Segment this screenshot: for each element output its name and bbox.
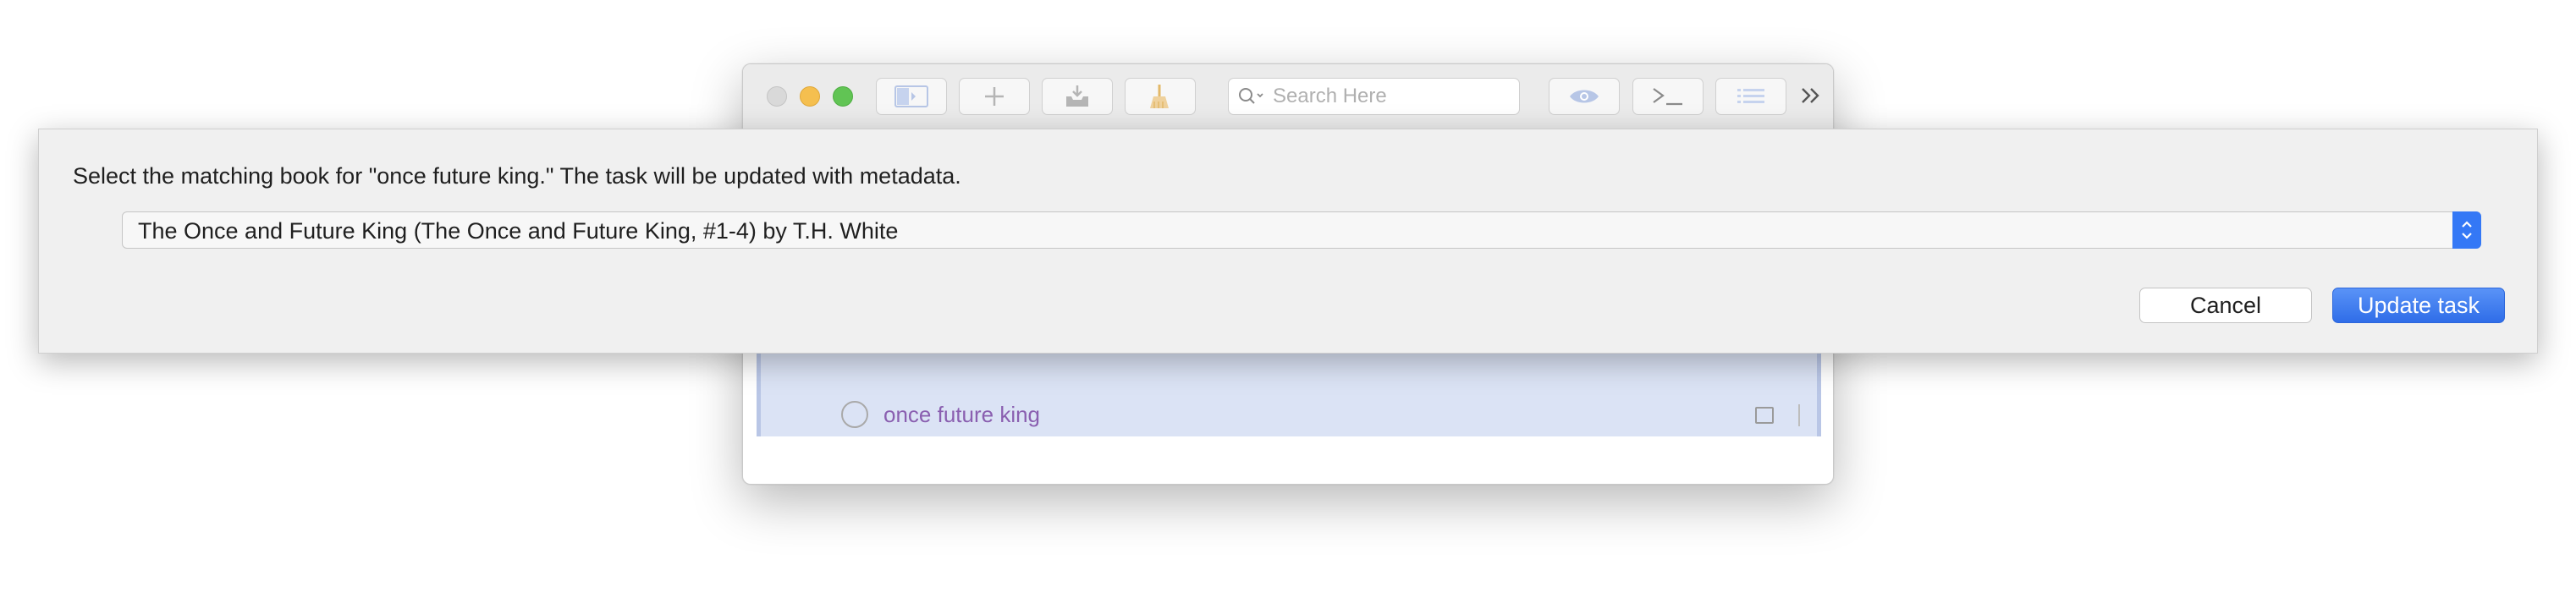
eye-icon [1570,90,1599,103]
note-icon [1755,407,1774,424]
close-window-button[interactable] [767,86,787,107]
cancel-button[interactable]: Cancel [2139,288,2312,323]
toggle-sidebar-button[interactable] [876,78,947,115]
plus-icon [985,87,1004,106]
broom-icon [1150,85,1169,108]
stepper-updown-icon[interactable] [2452,211,2481,249]
task-checkbox[interactable] [841,401,868,428]
sheet-message: Select the matching book for "once futur… [73,163,961,189]
task-title: once future king [883,402,1041,427]
chevron-double-right-icon[interactable] [1799,83,1825,115]
book-match-sheet: Select the matching book for "once futur… [38,129,2538,354]
search-placeholder: Search Here [1273,85,1387,107]
update-task-button[interactable]: Update task [2332,288,2505,323]
minimize-window-button[interactable] [800,86,820,107]
zoom-window-button[interactable] [833,86,853,107]
list-view-button[interactable] [1715,78,1786,115]
clean-up-button[interactable] [1125,78,1196,115]
download-button[interactable] [1042,78,1113,115]
terminal-icon [1653,88,1682,106]
terminal-button[interactable] [1632,78,1704,115]
preview-button[interactable] [1549,78,1620,115]
book-select[interactable]: The Once and Future King (The Once and F… [122,211,2481,249]
search-icon [1239,88,1263,104]
list-icon [1737,89,1764,103]
download-tray-icon [1066,85,1088,107]
add-task-button[interactable] [959,78,1030,115]
search-field[interactable]: Search Here [1228,78,1520,115]
window-toolbar: Search Here [743,64,1833,129]
row-divider [1798,404,1800,426]
sidebar-toggle-icon [894,85,928,107]
book-select-value: The Once and Future King (The Once and F… [138,218,899,244]
